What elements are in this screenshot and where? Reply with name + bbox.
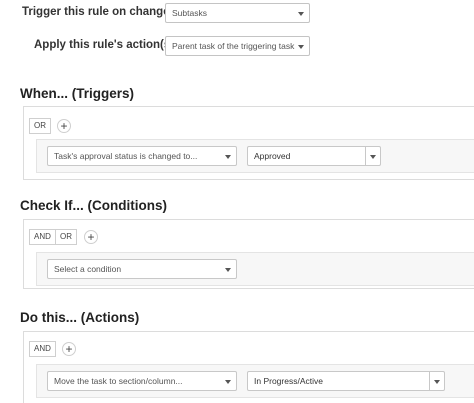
trigger-scope-value: Subtasks [172, 8, 207, 18]
apply-to-select[interactable]: Parent task of the triggering task [165, 36, 310, 56]
trigger-type-select[interactable]: Task's approval status is changed to... [47, 146, 237, 166]
add-condition-button[interactable]: + [84, 230, 98, 244]
conditions-panel: AND OR + Select a condition [23, 219, 474, 289]
chevron-down-icon [434, 380, 440, 384]
dropdown-divider [365, 147, 366, 165]
trigger-value-text: Approved [254, 151, 291, 161]
chevron-down-icon [298, 12, 304, 16]
action-value-select[interactable]: In Progress/Active [247, 371, 445, 391]
action-row: Move the task to section/column... In Pr… [36, 364, 474, 398]
add-action-button[interactable]: + [62, 342, 76, 356]
triggers-panel: OR + Task's approval status is changed t… [23, 106, 474, 180]
trigger-scope-select[interactable]: Subtasks [165, 3, 310, 23]
chevron-down-icon [298, 45, 304, 49]
triggers-or-button[interactable]: OR [29, 118, 51, 134]
chevron-down-icon [225, 155, 231, 159]
action-type-select[interactable]: Move the task to section/column... [47, 371, 237, 391]
trigger-row: Task's approval status is changed to... … [36, 139, 474, 173]
chevron-down-icon [225, 268, 231, 272]
add-trigger-button[interactable]: + [57, 119, 71, 133]
trigger-type-value: Task's approval status is changed to... [54, 151, 198, 161]
dropdown-divider [429, 372, 430, 390]
action-type-value: Move the task to section/column... [54, 376, 183, 386]
actions-section-title: Do this... (Actions) [20, 310, 140, 325]
conditions-and-button[interactable]: AND [29, 229, 56, 245]
actions-panel: AND + Move the task to section/column...… [23, 331, 474, 403]
trigger-value-select[interactable]: Approved [247, 146, 381, 166]
apply-to-value: Parent task of the triggering task [172, 41, 295, 51]
actions-and-button[interactable]: AND [29, 341, 56, 357]
action-value-text: In Progress/Active [254, 376, 323, 386]
condition-select[interactable]: Select a condition [47, 259, 237, 279]
chevron-down-icon [225, 380, 231, 384]
conditions-section-title: Check If... (Conditions) [20, 198, 167, 213]
chevron-down-icon [370, 155, 376, 159]
triggers-section-title: When... (Triggers) [20, 86, 135, 101]
condition-placeholder: Select a condition [54, 264, 122, 274]
conditions-or-button[interactable]: OR [55, 229, 77, 245]
condition-row: Select a condition [36, 252, 474, 286]
